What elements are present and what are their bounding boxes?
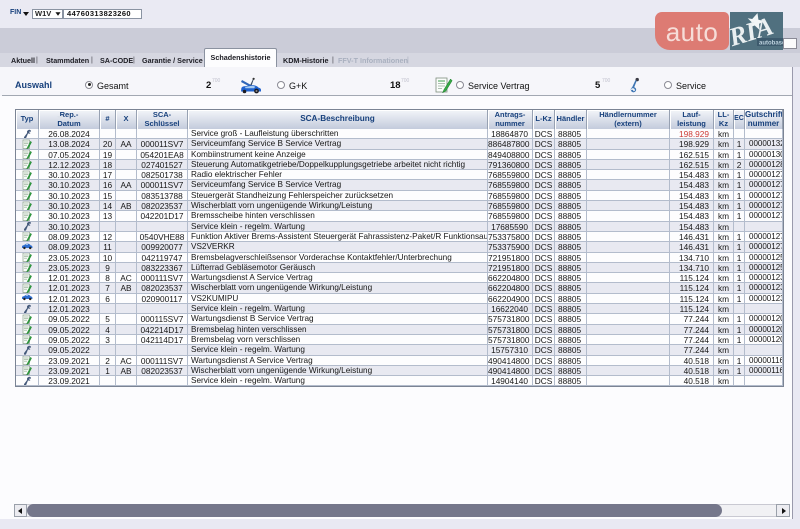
svg-text:autobase: autobase — [759, 41, 783, 47]
